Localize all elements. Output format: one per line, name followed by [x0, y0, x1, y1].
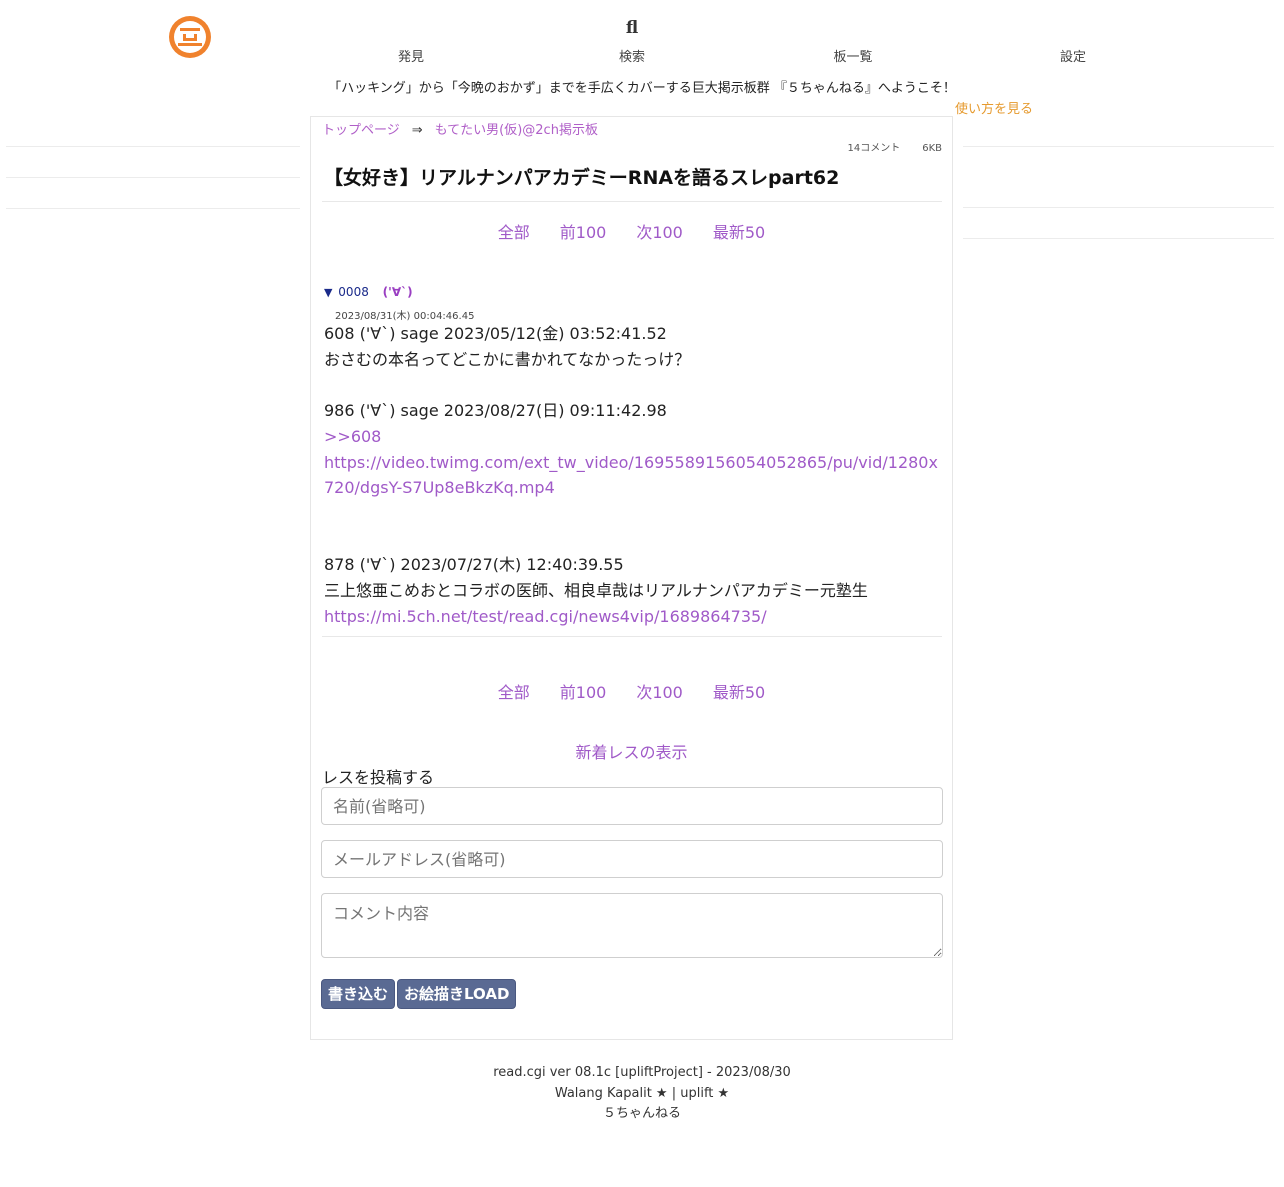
- nav-discover-label: 発見: [397, 50, 424, 65]
- anchor-link[interactable]: >>608: [324, 424, 939, 450]
- breadcrumb: トップページ ⇒ もてたい男(仮)@2ch掲示板: [322, 119, 598, 138]
- pager-latest-link[interactable]: 最新50: [713, 223, 765, 242]
- search-icon: fl: [625, 18, 639, 38]
- post-line: 三上悠亜こめおとコラボの医師、相良卓哉はリアルナンパアカデミー元塾生: [324, 580, 868, 600]
- comment-field[interactable]: [321, 893, 943, 958]
- footer-credit: Walang Kapalit ★ | uplift ★: [554, 1085, 730, 1101]
- post-line-empty: [324, 527, 939, 553]
- nav-search[interactable]: fl 検索: [582, 16, 682, 65]
- thread-link[interactable]: https://mi.5ch.net/test/read.cgi/news4vi…: [324, 604, 939, 630]
- divider: [6, 208, 300, 209]
- divider: [963, 238, 1274, 239]
- footer-version: read.cgi ver 08.1c [upliftProject] - 202…: [493, 1065, 791, 1080]
- post-number[interactable]: 0008: [338, 285, 369, 299]
- welcome-message: 「ハッキング」から「今晩のおかず」までを手広くカバーする巨大掲示板群 『５ちゃん…: [328, 81, 956, 96]
- thread-title: 【女好き】リアルナンパアカデミーRNAを語るスレpart62: [324, 167, 840, 189]
- post-date: 2023/08/31(木) 00:04:46.45: [335, 311, 475, 322]
- nav-boards[interactable]: 板一覧: [803, 16, 903, 65]
- board-list-icon: [803, 16, 903, 40]
- divider: [322, 201, 942, 202]
- nav-settings-label: 設定: [1059, 50, 1086, 65]
- breadcrumb-arrow: ⇒: [411, 123, 423, 138]
- thread-size: 6KB: [922, 143, 942, 154]
- submit-button[interactable]: 書き込む: [321, 979, 396, 1009]
- gear-icon: [1023, 16, 1123, 40]
- pager-latest-link[interactable]: 最新50: [713, 683, 765, 702]
- post-line-empty: [324, 372, 939, 398]
- footer: read.cgi ver 08.1c [upliftProject] - 202…: [0, 1063, 1284, 1125]
- video-link[interactable]: https://video.twimg.com/ext_tw_video/169…: [324, 450, 939, 501]
- divider: [963, 146, 1274, 147]
- footer-site: ５ちゃんねる: [602, 1106, 681, 1121]
- pager-next-link[interactable]: 次100: [636, 223, 683, 242]
- pager-prev-link[interactable]: 前100: [560, 223, 607, 242]
- post-body: 608 ('∀`) sage 2023/05/12(金) 03:52:41.52…: [324, 321, 939, 629]
- divider: [963, 207, 1274, 208]
- email-field[interactable]: [321, 840, 943, 878]
- collapse-triangle-icon[interactable]: ▼: [324, 286, 332, 299]
- name-field[interactable]: [321, 787, 943, 825]
- pager-next-link[interactable]: 次100: [636, 683, 683, 702]
- pager-top: 全部 前100 次100 最新50: [311, 219, 952, 243]
- post-header: ▼ 0008 ('∀`): [324, 285, 413, 299]
- pager-all-link[interactable]: 全部: [498, 683, 530, 702]
- nav-boards-label: 板一覧: [833, 50, 873, 65]
- divider: [6, 146, 300, 147]
- nav-search-label: 検索: [618, 50, 645, 65]
- pager-prev-link[interactable]: 前100: [560, 683, 607, 702]
- post-author: ('∀`): [382, 285, 413, 299]
- post-line: 986 ('∀`) sage 2023/08/27(日) 09:11:42.98: [324, 401, 667, 421]
- thread-panel: トップページ ⇒ もてたい男(仮)@2ch掲示板 14コメント 6KB 【女好き】リア…: [310, 116, 953, 1040]
- divider: [322, 636, 942, 637]
- breadcrumb-top-link[interactable]: トップページ: [322, 123, 400, 138]
- post-line-empty: [324, 501, 939, 527]
- breadcrumb-board-link[interactable]: もてたい男(仮)@2ch掲示板: [435, 123, 598, 138]
- nav-discover[interactable]: 発見: [361, 16, 461, 65]
- thread-meta: 14コメント 6KB: [847, 139, 942, 154]
- oekaki-load-button[interactable]: お絵描きLOAD: [397, 979, 517, 1009]
- post-line: 878 ('∀`) 2023/07/27(木) 12:40:39.55: [324, 555, 624, 575]
- divider: [6, 177, 300, 178]
- nav-settings[interactable]: 設定: [1023, 16, 1123, 65]
- post-line: おさむの本名ってどこかに書かれてなかったっけ？: [324, 349, 691, 369]
- how-to-link[interactable]: 使い方を見る: [955, 98, 1033, 117]
- pager-all-link[interactable]: 全部: [498, 223, 530, 242]
- new-responses-link[interactable]: 新着レスの表示: [311, 739, 952, 763]
- post-form-title: レスを投稿する: [322, 768, 435, 787]
- comment-count: 14コメント: [847, 143, 901, 154]
- site-logo[interactable]: [169, 16, 211, 58]
- star-icon: [361, 16, 461, 40]
- pager-bottom: 全部 前100 次100 最新50: [311, 679, 952, 703]
- post-line: 608 ('∀`) sage 2023/05/12(金) 03:52:41.52: [324, 324, 667, 343]
